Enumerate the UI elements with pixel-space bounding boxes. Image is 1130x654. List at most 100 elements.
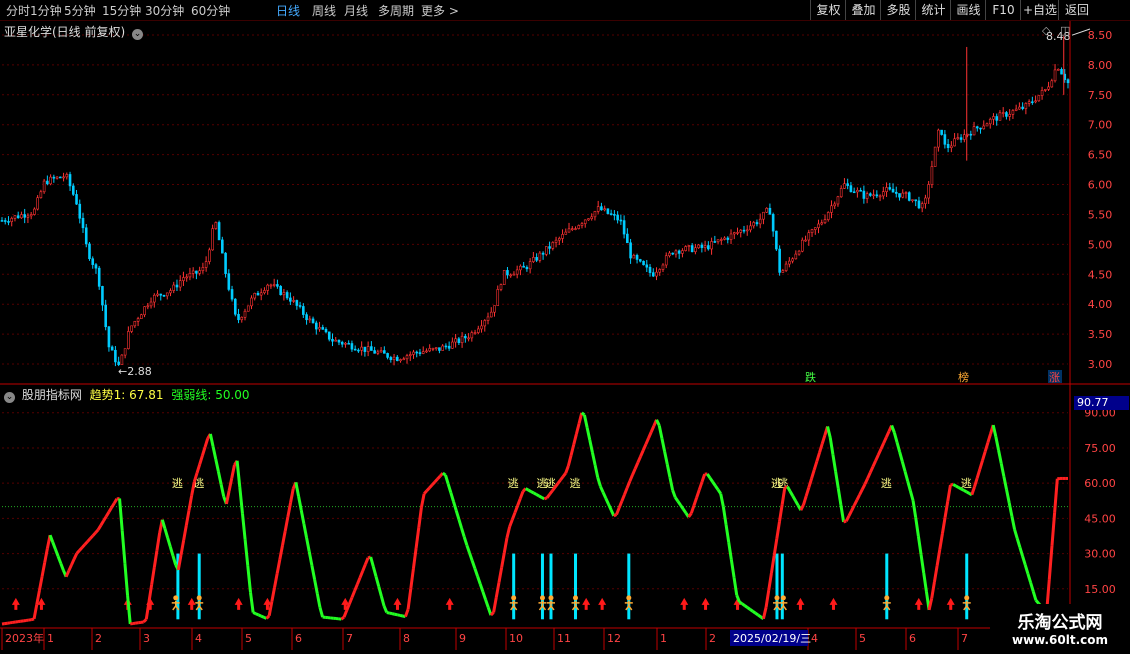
period-tab-5[interactable]: 60分钟 xyxy=(191,2,230,19)
period-tab-9[interactable]: 多周期 xyxy=(378,2,414,19)
candle-body xyxy=(740,230,742,232)
candle-body xyxy=(1031,102,1033,103)
period-toolbar: 分时1分钟5分钟 15分钟30分钟 60分钟 日线周线月线多周期更多 > 复权叠加多股统… xyxy=(0,0,1130,21)
toolbar-button-4[interactable]: 画线 xyxy=(950,0,986,20)
indicator-header[interactable]: ⌄ 股朋指标网 趋势1: 67.81 强弱线: 50.00 xyxy=(4,386,250,403)
candle-body xyxy=(46,181,48,184)
trend-segment xyxy=(411,568,414,588)
period-tab-4[interactable]: 30分钟 xyxy=(145,2,184,19)
candle-body xyxy=(581,224,583,226)
up-arrow-icon xyxy=(582,598,590,610)
trend-segment xyxy=(878,449,881,455)
candle-body xyxy=(630,243,632,258)
period-tab-3[interactable]: 15分钟 xyxy=(102,2,141,19)
toolbar-button-3[interactable]: 统计 xyxy=(915,0,951,20)
candle-body xyxy=(481,326,483,329)
trend-segment xyxy=(787,487,790,492)
trend-segment xyxy=(846,516,849,521)
trend-segment xyxy=(884,437,887,443)
up-arrow-icon xyxy=(235,598,243,610)
price-tick-label: 5.00 xyxy=(1088,238,1113,251)
trend-segment xyxy=(830,438,833,455)
candle-body xyxy=(1044,89,1046,90)
toolbar-button-2[interactable]: 多股 xyxy=(880,0,916,20)
signal-label-2: 涨 xyxy=(1049,371,1060,384)
candle-body xyxy=(173,285,175,291)
period-tab-6[interactable]: 日线 xyxy=(276,2,300,19)
candle-body xyxy=(383,351,385,354)
candle-body xyxy=(707,246,709,249)
candle-body xyxy=(795,254,797,259)
trend-segment xyxy=(983,452,986,461)
candle-body xyxy=(341,342,343,344)
trend-segment xyxy=(531,492,534,493)
trend-segment xyxy=(71,559,74,565)
trend-segment xyxy=(828,426,831,437)
candle-body xyxy=(714,241,716,242)
trend-segment xyxy=(472,561,475,569)
candle-body xyxy=(876,195,878,196)
period-tab-1[interactable]: 1分钟 xyxy=(30,2,62,19)
toolbar-button-7[interactable]: 返回 xyxy=(1058,0,1095,20)
trend-segment xyxy=(820,444,823,453)
chevron-down-icon[interactable]: ⌄ xyxy=(132,29,143,40)
trend-segment xyxy=(61,563,64,570)
candle-body xyxy=(425,351,427,352)
trend-segment xyxy=(646,438,649,444)
trend-segment xyxy=(421,494,424,508)
trend-segment xyxy=(745,606,748,608)
up-arrow-icon xyxy=(393,598,401,610)
candle-body xyxy=(403,359,405,360)
person-icon xyxy=(548,595,553,600)
candle-body xyxy=(555,240,557,242)
candle-body xyxy=(351,344,353,350)
stock-title[interactable]: 亚星化学(日线 前复权) ⌄ xyxy=(4,23,143,40)
period-tab-7[interactable]: 周线 xyxy=(312,2,336,19)
candle-body xyxy=(698,245,700,248)
candle-body xyxy=(1038,96,1040,101)
period-tab-8[interactable]: 月线 xyxy=(344,2,368,19)
trend-segment xyxy=(256,614,259,615)
toolbar-button-6[interactable]: +自选 xyxy=(1020,0,1059,20)
chart-area[interactable]: 8.48←2.88跌榜涨 逃逃逃逃逃逃逃逃逃逃 8.508.007.507.00… xyxy=(0,21,1130,654)
candle-body xyxy=(976,127,978,128)
toolbar-button-1[interactable]: 叠加 xyxy=(845,0,881,20)
price-tick-label: 3.00 xyxy=(1088,358,1113,371)
candle-body xyxy=(665,256,667,265)
signal-label-0: 跌 xyxy=(805,370,816,384)
trend-segment xyxy=(630,475,633,481)
trend-segment xyxy=(365,558,368,565)
chart-svg[interactable]: 8.48←2.88跌榜涨 逃逃逃逃逃逃逃逃逃逃 8.508.007.507.00… xyxy=(0,21,1130,650)
trend-segment xyxy=(491,612,494,615)
candle-body xyxy=(247,306,249,311)
candle-body xyxy=(432,348,434,349)
period-tab-2[interactable]: 5分钟 xyxy=(64,2,96,19)
chevron-down-icon[interactable]: ⌄ xyxy=(4,392,15,403)
candle-body xyxy=(286,292,288,297)
trend-segment xyxy=(702,474,705,482)
period-tab-0[interactable]: 分时 xyxy=(6,2,30,19)
trend-segment xyxy=(710,478,713,482)
panel-toggle-icon[interactable]: ◫ xyxy=(1060,24,1070,37)
candle-body xyxy=(166,293,168,296)
trend-segment xyxy=(1009,503,1012,516)
candle-body xyxy=(866,194,868,199)
toolbar-button-0[interactable]: 复权 xyxy=(810,0,846,20)
candle-body xyxy=(461,336,463,342)
trend-segment xyxy=(999,450,1002,463)
trend-segment xyxy=(213,447,216,460)
period-tab-10[interactable]: 更多 > xyxy=(421,2,459,19)
candle-body xyxy=(422,352,424,354)
diamond-icon[interactable]: ◇ xyxy=(1042,24,1050,37)
candle-body xyxy=(805,240,807,241)
toolbar-button-5[interactable]: F10 xyxy=(985,0,1021,20)
x-tick-label: 8 xyxy=(403,632,410,645)
trend-segment xyxy=(600,486,603,492)
price-tick-label: 4.00 xyxy=(1088,298,1113,311)
candle-body xyxy=(302,306,304,314)
candle-body xyxy=(88,244,90,259)
trend-segment xyxy=(229,478,232,491)
candle-body xyxy=(192,271,194,273)
candle-body xyxy=(30,215,32,216)
signal-bar xyxy=(549,554,552,620)
